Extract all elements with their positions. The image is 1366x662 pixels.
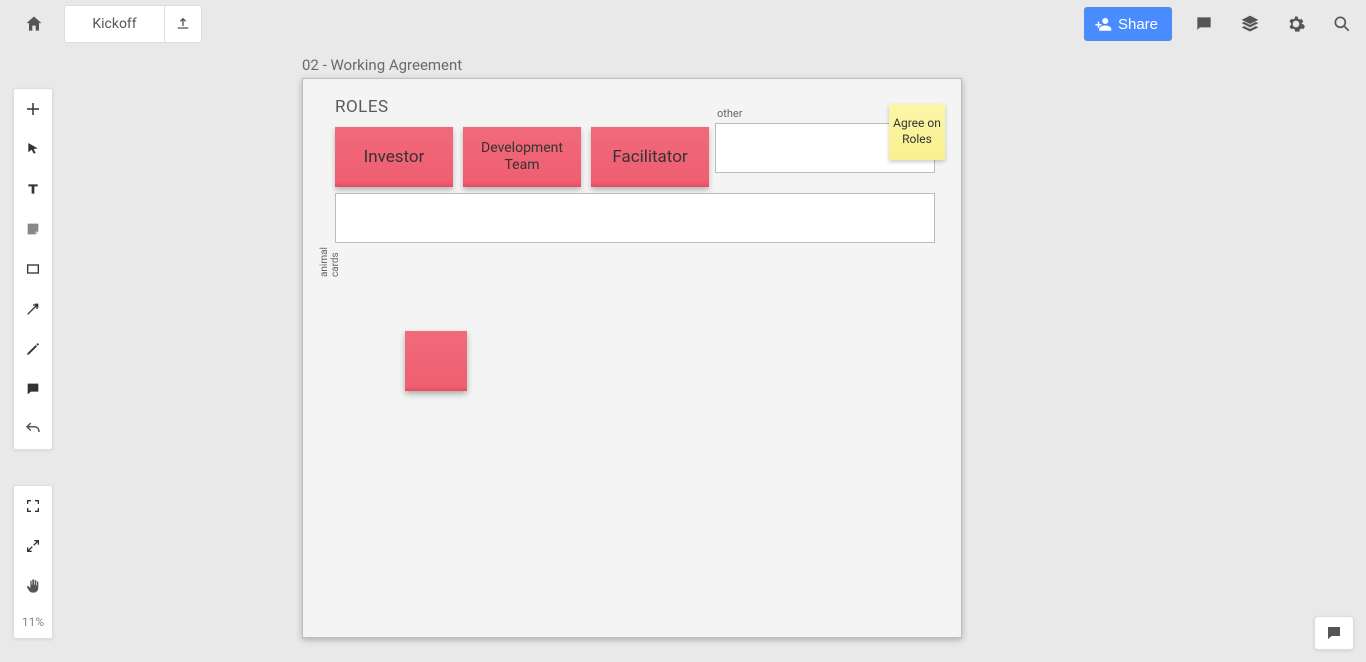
hand-icon xyxy=(25,578,41,594)
pen-icon xyxy=(25,341,41,357)
top-bar-right: Share xyxy=(1084,7,1356,41)
sticky-agree-roles[interactable]: Agree on Roles xyxy=(889,104,945,160)
section-title-roles: ROLES xyxy=(335,97,953,117)
comments-button[interactable] xyxy=(1190,10,1218,38)
frame-title[interactable]: 02 - Working Agreement xyxy=(302,56,462,74)
zoom-level[interactable]: 11% xyxy=(14,606,52,638)
chat-icon xyxy=(1325,624,1343,642)
comment-icon xyxy=(1194,14,1214,34)
share-button[interactable]: Share xyxy=(1084,7,1172,41)
plus-icon xyxy=(24,100,42,118)
sticky-facilitator[interactable]: Facilitator xyxy=(591,127,709,187)
layers-button[interactable] xyxy=(1236,10,1264,38)
layers-icon xyxy=(1240,14,1260,34)
export-icon xyxy=(175,16,191,32)
tool-palette xyxy=(13,88,53,450)
pen-tool[interactable] xyxy=(14,329,52,369)
home-icon xyxy=(24,14,44,34)
rectangle-icon xyxy=(25,261,41,277)
top-bar-left: Kickoff xyxy=(18,5,202,43)
settings-button[interactable] xyxy=(1282,10,1310,38)
top-bar: Kickoff Share xyxy=(0,0,1366,48)
expand-icon xyxy=(25,538,41,554)
search-icon xyxy=(1332,14,1352,34)
comment-tool-icon xyxy=(25,381,41,397)
frame-working-agreement[interactable]: ROLES Investor Development Team Facilita… xyxy=(302,78,962,638)
frame-content: ROLES Investor Development Team Facilita… xyxy=(313,89,953,117)
export-button[interactable] xyxy=(165,6,201,42)
comment-tool[interactable] xyxy=(14,369,52,409)
board-title[interactable]: Kickoff xyxy=(65,6,165,42)
search-button[interactable] xyxy=(1328,10,1356,38)
sticky-investor[interactable]: Investor xyxy=(335,127,453,187)
home-button[interactable] xyxy=(18,8,50,40)
other-label: other xyxy=(717,107,743,120)
gear-icon xyxy=(1286,14,1306,34)
sticky-tool[interactable] xyxy=(14,209,52,249)
fit-screen-icon xyxy=(25,498,41,514)
arrow-icon xyxy=(25,301,41,317)
cursor-icon xyxy=(25,141,41,157)
pan-tool[interactable] xyxy=(14,566,52,606)
comments-fab[interactable] xyxy=(1314,616,1354,650)
share-add-person-icon xyxy=(1094,15,1112,33)
animal-cards-label: animal cards xyxy=(319,247,341,277)
animal-cards-box[interactable] xyxy=(335,193,935,243)
undo-button[interactable] xyxy=(14,409,52,449)
add-tool[interactable] xyxy=(14,89,52,129)
text-tool[interactable] xyxy=(14,169,52,209)
fit-screen-button[interactable] xyxy=(14,486,52,526)
shape-tool[interactable] xyxy=(14,249,52,289)
select-tool[interactable] xyxy=(14,129,52,169)
fullscreen-button[interactable] xyxy=(14,526,52,566)
sticky-dev-team[interactable]: Development Team xyxy=(463,127,581,187)
undo-icon xyxy=(24,420,42,438)
sticky-blank[interactable] xyxy=(405,331,467,391)
roles-row: Investor Development Team Facilitator xyxy=(335,127,709,187)
text-icon xyxy=(25,181,41,197)
sticky-note-icon xyxy=(25,221,41,237)
title-group: Kickoff xyxy=(64,5,202,43)
arrow-tool[interactable] xyxy=(14,289,52,329)
view-palette: 11% xyxy=(13,485,53,639)
share-label: Share xyxy=(1118,16,1158,33)
